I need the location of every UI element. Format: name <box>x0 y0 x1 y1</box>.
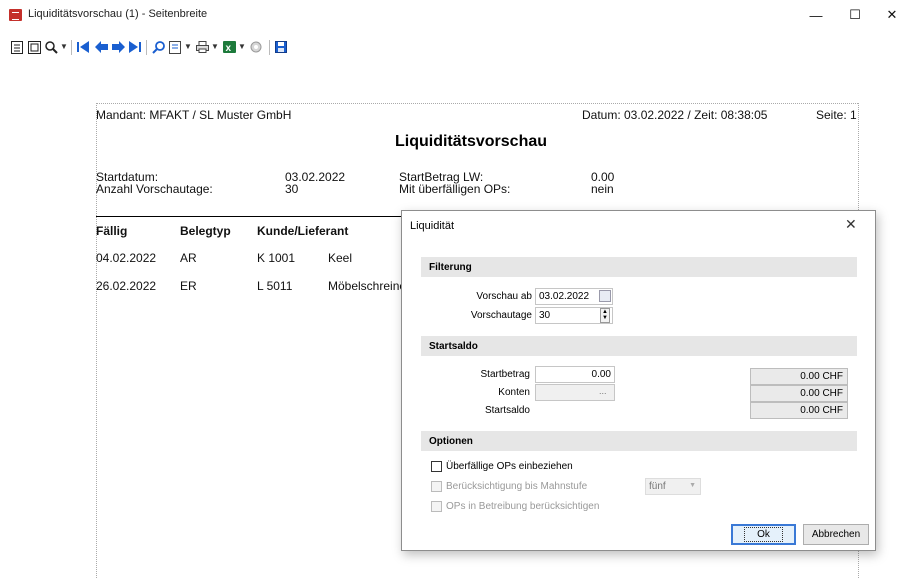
mahnstufe-checkbox[interactable] <box>431 481 442 492</box>
mahnstufe-select-value: fünf <box>649 481 666 492</box>
konten-browse-button[interactable]: ... <box>599 386 607 396</box>
export-dropdown-icon[interactable]: ▼ <box>184 42 192 51</box>
toolbar-separator <box>71 40 72 55</box>
next-page-icon[interactable] <box>111 38 125 56</box>
row-kunde: L 5011 <box>257 279 293 293</box>
chevron-down-icon: ▼ <box>689 482 696 489</box>
title-bar: Liquiditätsvorschau (1) - Seitenbreite —… <box>0 0 903 30</box>
last-page-icon[interactable] <box>128 38 142 56</box>
startbetrag-input[interactable]: 0.00 <box>535 366 615 383</box>
zoom-dropdown-icon[interactable]: ▼ <box>60 42 68 51</box>
toolbar-separator <box>146 40 147 55</box>
column-header-belegtyp: Belegtyp <box>180 224 231 238</box>
window-title: Liquiditätsvorschau (1) - Seitenbreite <box>28 8 208 20</box>
report-title: Liquiditätsvorschau <box>395 133 548 150</box>
report-divider <box>96 216 406 217</box>
startbetrag-chf: 0.00 CHF <box>750 368 848 385</box>
liquiditaet-dialog: Liquidität ✕ Filterung Vorschau ab 03.02… <box>401 210 876 551</box>
toolbar-separator <box>269 40 270 55</box>
calendar-icon[interactable] <box>599 290 611 302</box>
print-dropdown-icon[interactable]: ▼ <box>211 42 219 51</box>
previous-page-icon[interactable] <box>94 38 108 56</box>
report-ueberfaellig-value: nein <box>591 182 614 196</box>
report-ueberfaellig-label: Mit überfälligen OPs: <box>399 182 511 196</box>
ok-button-label: Ok <box>744 527 783 542</box>
print-icon[interactable] <box>195 38 209 56</box>
section-optionen: Optionen <box>421 431 857 451</box>
page-view-icon[interactable] <box>10 38 24 56</box>
ueberfaellig-checkbox-label: Überfällige OPs einbeziehen <box>446 461 573 472</box>
excel-icon[interactable]: x <box>222 38 236 56</box>
report-page-border <box>96 103 858 104</box>
excel-dropdown-icon[interactable]: ▼ <box>238 42 246 51</box>
report-vorschautage-label: Anzahl Vorschautage: <box>96 182 213 196</box>
row-belegtyp: AR <box>180 251 197 265</box>
stop-icon[interactable] <box>249 38 263 56</box>
vorschau-ab-label: Vorschau ab <box>476 291 532 302</box>
dialog-title: Liquidität <box>410 220 455 232</box>
startsaldo-label: Startsaldo <box>484 405 530 416</box>
zoom-icon[interactable] <box>44 38 58 56</box>
toolbar: ▼ ▼ ▼ x ▼ <box>0 38 903 58</box>
report-page-number: Seite: 1 <box>816 108 857 122</box>
row-name: Möbelschreine <box>328 279 407 293</box>
section-startsaldo: Startsaldo <box>421 336 857 356</box>
dialog-close-icon[interactable]: ✕ <box>845 216 857 233</box>
mahnstufe-checkbox-label: Berücksichtigung bis Mahnstufe <box>446 481 588 492</box>
row-kunde: K 1001 <box>257 251 296 265</box>
search-icon[interactable] <box>151 38 165 56</box>
report-mandant: Mandant: MFAKT / SL Muster GmbH <box>96 108 292 122</box>
vorschautage-label: Vorschautage <box>470 310 532 321</box>
row-belegtyp: ER <box>180 279 197 293</box>
export-icon[interactable] <box>168 38 182 56</box>
section-filterung: Filterung <box>421 257 857 277</box>
ok-button[interactable]: Ok <box>731 524 796 545</box>
close-button[interactable]: ✕ <box>869 0 903 30</box>
column-header-faellig: Fällig <box>96 224 128 238</box>
first-page-icon[interactable] <box>76 38 90 56</box>
svg-text:x: x <box>225 43 231 53</box>
page-width-icon[interactable] <box>27 38 41 56</box>
ueberfaellig-checkbox[interactable] <box>431 461 442 472</box>
row-faellig: 26.02.2022 <box>96 279 157 293</box>
startsaldo-chf: 0.00 CHF <box>750 402 848 419</box>
startbetrag-label: Startbetrag <box>480 369 530 380</box>
betreibung-checkbox-label: OPs in Betreibung berücksichtigen <box>446 501 600 512</box>
mahnstufe-select[interactable]: fünf ▼ <box>645 478 701 495</box>
report-datetime: Datum: 03.02.2022 / Zeit: 08:38:05 <box>582 108 768 122</box>
save-icon[interactable] <box>274 38 288 56</box>
vorschautage-stepper[interactable]: ▲ ▼ <box>600 308 610 323</box>
app-icon <box>9 9 22 21</box>
konten-label: Konten <box>498 387 530 398</box>
betreibung-checkbox[interactable] <box>431 501 442 512</box>
row-name: Keel <box>328 251 353 265</box>
column-header-kunde: Kunde/Lieferant <box>257 224 349 238</box>
konten-chf: 0.00 CHF <box>750 385 848 402</box>
row-faellig: 04.02.2022 <box>96 251 157 265</box>
abbrechen-button[interactable]: Abbrechen <box>803 524 869 545</box>
report-vorschautage-value: 30 <box>285 182 299 196</box>
